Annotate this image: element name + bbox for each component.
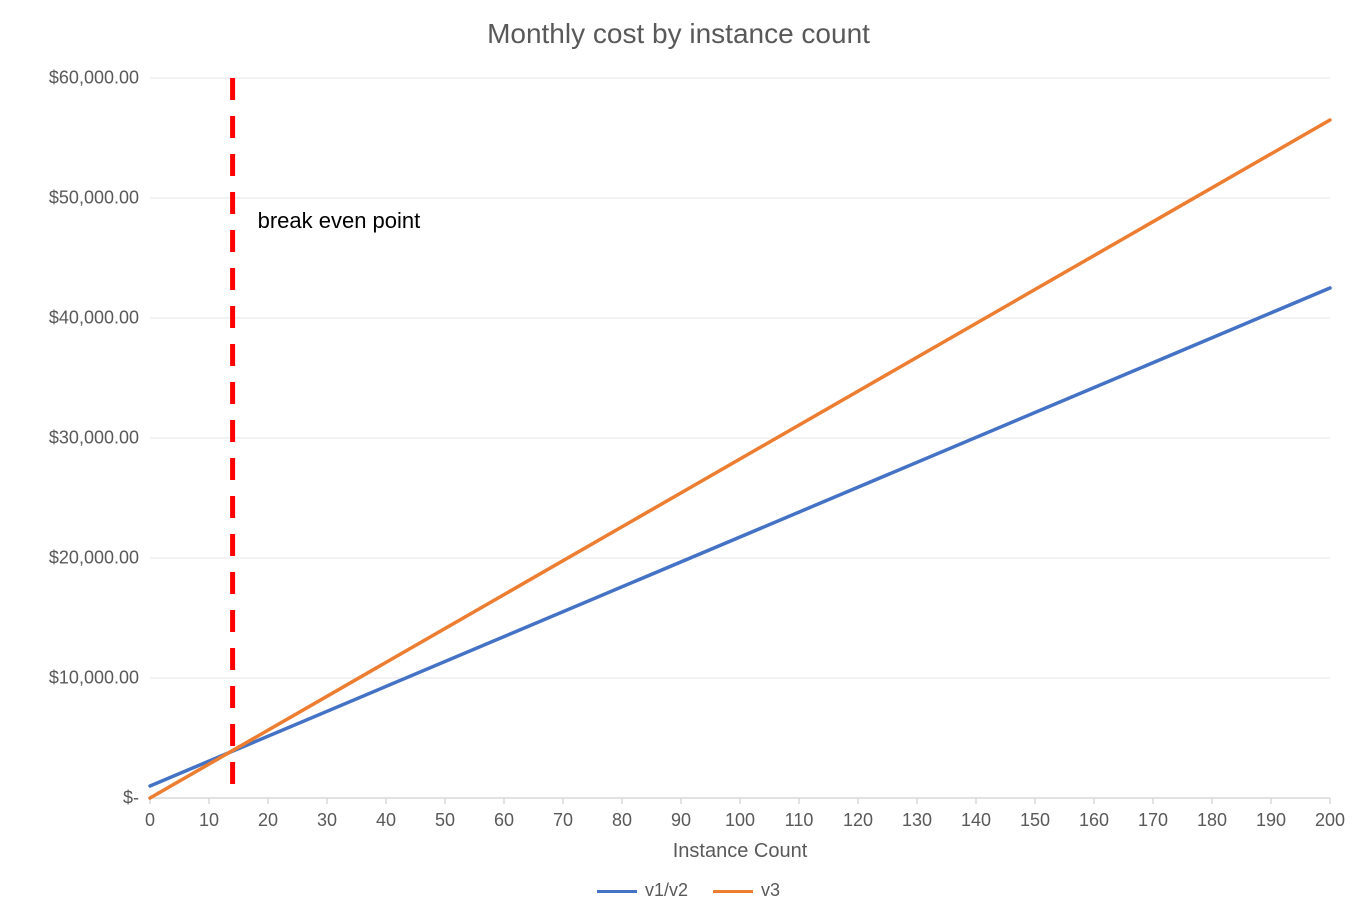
x-tick-label: 0 (145, 810, 155, 831)
x-tick-label: 170 (1138, 810, 1168, 831)
legend: v1/v2 v3 (0, 880, 1357, 901)
x-tick-label: 40 (376, 810, 396, 831)
chart-container: Monthly cost by instance count $- $10,000… (0, 0, 1357, 915)
legend-label-v3: v3 (761, 880, 780, 900)
y-tick-label: $30,000.00 (49, 428, 139, 449)
y-tick-label: $- (123, 788, 139, 809)
x-tick-label: 30 (317, 810, 337, 831)
x-tick-label: 110 (785, 810, 814, 831)
legend-label-v1v2: v1/v2 (645, 880, 688, 900)
x-axis-label: Instance Count (150, 840, 1330, 863)
x-tick-label: 200 (1315, 810, 1345, 831)
x-tick-label: 180 (1197, 810, 1227, 831)
x-tick-label: 130 (902, 810, 932, 831)
x-tick-label: 60 (494, 810, 514, 831)
chart-title: Monthly cost by instance count (0, 18, 1357, 50)
annotation-break-even: break even point (258, 208, 421, 234)
plot-area (150, 78, 1330, 798)
y-tick-label: $10,000.00 (49, 668, 139, 689)
plot-svg (150, 78, 1330, 798)
x-tick-label: 160 (1079, 810, 1109, 831)
x-tick-label: 140 (961, 810, 991, 831)
x-tick-label: 20 (258, 810, 278, 831)
y-tick-label: $60,000.00 (49, 68, 139, 89)
x-tick-label: 100 (725, 810, 755, 831)
x-tick-label: 120 (843, 810, 873, 831)
x-tick-label: 150 (1020, 810, 1050, 831)
x-tick-label: 70 (553, 810, 573, 831)
y-tick-label: $20,000.00 (49, 548, 139, 569)
x-tick-label: 10 (199, 810, 219, 831)
y-tick-label: $40,000.00 (49, 308, 139, 329)
x-tick-label: 190 (1256, 810, 1286, 831)
x-tick-label: 90 (671, 810, 691, 831)
x-tick-label: 80 (612, 810, 632, 831)
x-tick-label: 50 (435, 810, 455, 831)
legend-swatch-v3 (713, 890, 753, 893)
y-tick-label: $50,000.00 (49, 188, 139, 209)
legend-swatch-v1v2 (597, 890, 637, 893)
